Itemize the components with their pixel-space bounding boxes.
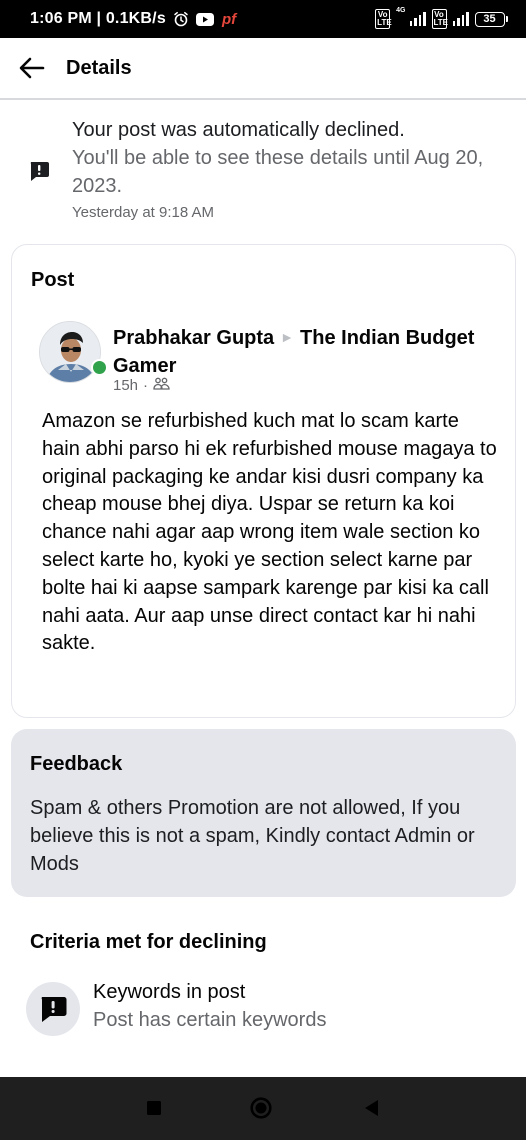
- avatar[interactable]: [39, 321, 101, 383]
- square-icon: [147, 1101, 161, 1115]
- status-time: 1:06 PM | 0.1KB/s: [30, 10, 166, 27]
- app-header: Details: [0, 38, 526, 100]
- system-nav-bar: [0, 1077, 526, 1140]
- notice-title: Your post was automatically declined.: [72, 119, 405, 141]
- notice-timestamp: Yesterday at 9:18 AM: [72, 204, 215, 221]
- post-meta: 15h ·: [113, 377, 170, 394]
- triangle-left-icon: [365, 1100, 378, 1116]
- group-audience-icon: [153, 377, 170, 394]
- criteria-item-subtitle: Post has certain keywords: [93, 1009, 327, 1031]
- pf-app-icon: pf: [221, 10, 237, 28]
- volte-icon: Vo LTE: [375, 9, 392, 29]
- author-name[interactable]: Prabhakar Gupta: [113, 327, 274, 349]
- circle-icon: [250, 1097, 272, 1119]
- recent-apps-button[interactable]: [143, 1097, 165, 1119]
- feedback-box: Feedback Spam & others Promotion are not…: [11, 729, 516, 897]
- criteria-item-title: Keywords in post: [93, 981, 246, 1003]
- page-title: Details: [66, 56, 132, 79]
- online-status-indicator: [91, 359, 108, 376]
- meta-separator: ·: [143, 377, 149, 394]
- notice-subtitle: You'll be able to see these details unti…: [72, 147, 484, 197]
- battery-level: 35: [474, 11, 505, 27]
- post-card: Post Prabhakar Gupta ► The Indian Budget G…: [11, 244, 516, 718]
- post-heading: Post: [31, 269, 75, 291]
- arrow-left-icon: [19, 57, 45, 79]
- triangle-right-icon: ►: [280, 329, 295, 345]
- criteria-heading: Criteria met for declining: [30, 931, 267, 953]
- feedback-body-text: Spam & others Promotion are not allowed,…: [30, 797, 475, 875]
- network-type-label: 4G: [396, 7, 406, 14]
- signal-icon: [409, 12, 426, 26]
- report-icon: [28, 160, 50, 182]
- back-button[interactable]: [8, 44, 56, 92]
- criteria-item: Keywords in post Post has certain keywor…: [26, 978, 506, 1038]
- post-body-text: Amazon se refurbished kuch mat lo scam k…: [42, 410, 497, 655]
- alarm-icon: [173, 11, 189, 27]
- youtube-icon: [195, 12, 214, 26]
- post-time: 15h: [113, 377, 139, 394]
- post-author-line: Prabhakar Gupta ► The Indian Budget Gamer: [113, 323, 503, 380]
- volte-icon-sim2: Vo LTE: [431, 9, 449, 29]
- back-nav-button[interactable]: [360, 1097, 382, 1119]
- feedback-heading: Feedback: [30, 753, 123, 775]
- battery-icon: 35: [474, 11, 508, 27]
- status-bar: 1:06 PM | 0.1KB/s pf Vo LTE 4G Vo LTE 35: [0, 0, 526, 38]
- home-button[interactable]: [250, 1097, 272, 1119]
- report-icon: [26, 982, 80, 1036]
- signal-icon-sim2: [452, 12, 469, 26]
